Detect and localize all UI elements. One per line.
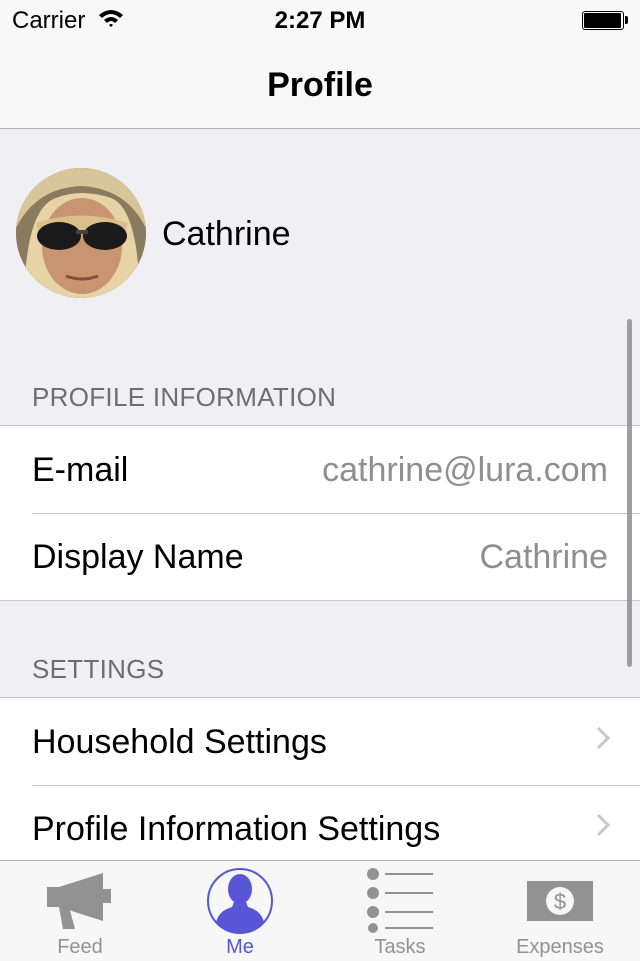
tab-me-label: Me bbox=[226, 936, 254, 958]
list-icon bbox=[367, 868, 433, 933]
tab-tasks-label: Tasks bbox=[374, 936, 426, 958]
tab-me[interactable]: Me bbox=[160, 861, 320, 961]
email-value: cathrine@lura.com bbox=[322, 451, 608, 489]
page-title: Profile bbox=[267, 66, 373, 104]
navigation-bar: Profile bbox=[0, 40, 640, 129]
avatar-photo bbox=[16, 168, 146, 298]
person-icon bbox=[207, 868, 273, 934]
section-header-settings: SETTINGS bbox=[32, 654, 165, 684]
tab-bar: Feed Me Tasks $ Expenses bbox=[0, 860, 640, 961]
settings-group: Household Settings Profile Information S… bbox=[0, 697, 640, 860]
status-bar: Carrier 2:27 PM bbox=[0, 0, 640, 40]
profile-information-group: E-mail cathrine@lura.com Display Name Ca… bbox=[0, 425, 640, 601]
tab-feed-label: Feed bbox=[57, 936, 103, 958]
profile-information-settings-row[interactable]: Profile Information Settings bbox=[0, 785, 640, 860]
scrollbar[interactable] bbox=[627, 319, 632, 667]
megaphone-icon bbox=[47, 873, 111, 929]
battery-icon bbox=[582, 11, 628, 30]
status-time: 2:27 PM bbox=[274, 7, 366, 34]
display-name-row[interactable]: Display Name Cathrine bbox=[0, 513, 640, 600]
tab-expenses-label: Expenses bbox=[516, 936, 604, 958]
svg-text:$: $ bbox=[554, 889, 566, 914]
section-header-profile-information: PROFILE INFORMATION bbox=[32, 382, 337, 412]
tab-feed[interactable]: Feed bbox=[0, 861, 160, 961]
money-icon: $ bbox=[527, 881, 593, 921]
email-row[interactable]: E-mail cathrine@lura.com bbox=[0, 426, 640, 513]
email-label: E-mail bbox=[32, 451, 129, 489]
chevron-right-icon bbox=[596, 726, 610, 750]
display-name-value: Cathrine bbox=[479, 538, 608, 576]
tab-expenses[interactable]: $ Expenses bbox=[480, 861, 640, 961]
profile-content[interactable]: Cathrine PROFILE INFORMATION E-mail cath… bbox=[0, 129, 640, 860]
chevron-right-icon bbox=[596, 813, 610, 837]
profile-information-settings-label: Profile Information Settings bbox=[32, 810, 441, 848]
household-settings-row[interactable]: Household Settings bbox=[0, 698, 640, 785]
avatar[interactable] bbox=[16, 168, 146, 298]
display-name-label: Display Name bbox=[32, 538, 244, 576]
tab-tasks[interactable]: Tasks bbox=[320, 861, 480, 961]
profile-name: Cathrine bbox=[162, 215, 291, 253]
household-settings-label: Household Settings bbox=[32, 723, 327, 761]
